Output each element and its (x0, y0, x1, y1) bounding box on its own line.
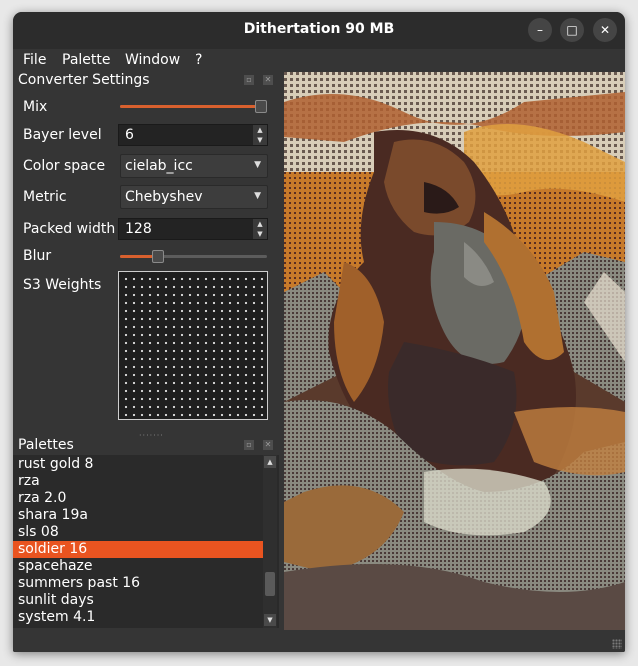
close-icon[interactable]: ✕ (263, 75, 273, 85)
arrow-up-icon[interactable]: ▲ (253, 219, 267, 229)
dithered-bear-image (284, 72, 625, 630)
resize-grip-icon[interactable] (612, 639, 622, 649)
app-window: Dithertation 90 MB – □ ✕ File Palette Wi… (13, 12, 625, 652)
mix-slider-handle[interactable] (255, 100, 267, 113)
packed-width-stepper[interactable]: ▲ ▼ (253, 219, 267, 239)
chevron-down-icon: ▼ (254, 191, 261, 201)
metric-value: Chebyshev (125, 189, 203, 205)
packed-width-value: 128 (125, 221, 152, 237)
bayer-level-stepper[interactable]: ▲ ▼ (253, 125, 267, 145)
color-space-label: Color space (23, 158, 106, 174)
blur-label: Blur (23, 248, 52, 264)
arrow-down-icon[interactable]: ▼ (253, 229, 267, 239)
palettes-scrollbar[interactable]: ▲ ▼ (263, 455, 277, 628)
status-bar (13, 630, 625, 652)
s3-weights-label: S3 Weights (23, 277, 102, 293)
palette-item[interactable]: summers past 16 (13, 575, 263, 592)
palettes-list[interactable]: rust gold 8 rza rza 2.0 shara 19a sls 08… (13, 455, 279, 628)
maximize-icon: □ (566, 23, 578, 37)
palette-item[interactable]: rust gold 8 (13, 456, 263, 473)
menu-file[interactable]: File (23, 52, 46, 68)
metric-select[interactable]: Chebyshev ▼ (120, 185, 268, 209)
minimize-button[interactable]: – (528, 18, 552, 42)
dock-splitter-handle[interactable]: ······· (139, 431, 164, 440)
s3-weights-grid[interactable] (118, 271, 268, 420)
menu-window[interactable]: Window (125, 52, 180, 68)
menu-bar: File Palette Window ? (13, 49, 625, 71)
palette-item[interactable]: rza (13, 473, 263, 490)
palette-item[interactable]: shara 19a (13, 507, 263, 524)
scrollbar-thumb[interactable] (265, 572, 275, 596)
arrow-up-icon[interactable]: ▲ (253, 125, 267, 135)
arrow-down-icon[interactable]: ▼ (264, 614, 276, 626)
color-space-value: cielab_icc (125, 158, 193, 174)
close-icon[interactable]: ✕ (263, 440, 273, 450)
metric-label: Metric (23, 189, 67, 205)
close-icon: ✕ (599, 23, 611, 37)
palette-item[interactable]: spacehaze (13, 558, 263, 575)
menu-palette[interactable]: Palette (62, 52, 111, 68)
maximize-button[interactable]: □ (560, 18, 584, 42)
palette-item[interactable]: sls 08 (13, 524, 263, 541)
dithered-image-preview (284, 72, 625, 630)
bayer-level-label: Bayer level (23, 127, 102, 143)
palette-item[interactable]: rza 2.0 (13, 490, 263, 507)
mix-label: Mix (23, 99, 48, 115)
palettes-header: Palettes (18, 437, 74, 453)
mix-slider-fill (120, 105, 263, 108)
minimize-icon: – (537, 23, 543, 37)
converter-settings-header: Converter Settings (18, 72, 150, 88)
arrow-up-icon[interactable]: ▲ (264, 456, 276, 468)
title-bar[interactable]: Dithertation 90 MB – □ ✕ (13, 12, 625, 49)
color-space-select[interactable]: cielab_icc ▼ (120, 154, 268, 178)
menu-help[interactable]: ? (195, 52, 202, 68)
float-icon[interactable]: ▫ (244, 440, 254, 450)
chevron-down-icon: ▼ (254, 160, 261, 170)
packed-width-spinbox[interactable]: 128 ▲ ▼ (118, 218, 268, 240)
palette-item[interactable]: soldier 16 (13, 541, 263, 558)
packed-width-label: Packed width (23, 221, 116, 237)
palette-item[interactable]: system 4.1 (13, 609, 263, 626)
arrow-down-icon[interactable]: ▼ (253, 135, 267, 145)
blur-slider-handle[interactable] (152, 250, 164, 263)
close-button[interactable]: ✕ (593, 18, 617, 42)
bayer-level-value: 6 (125, 127, 134, 143)
palette-item[interactable]: sunlit days (13, 592, 263, 609)
bayer-level-spinbox[interactable]: 6 ▲ ▼ (118, 124, 268, 146)
float-icon[interactable]: ▫ (244, 75, 254, 85)
